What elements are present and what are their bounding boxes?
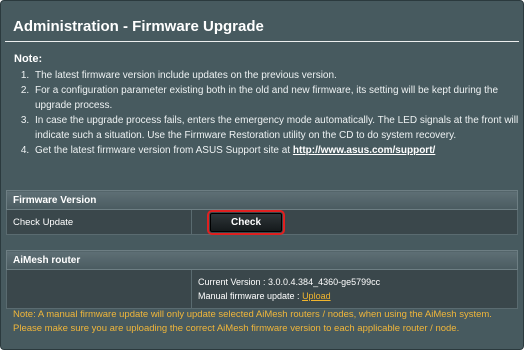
note-item: Get the latest firmware version from ASU… [32, 143, 522, 158]
current-version: Current Version : 3.0.0.4.384_4360-ge579… [198, 277, 381, 287]
note-item: The latest firmware version include upda… [32, 68, 522, 83]
aimesh-router-label [6, 269, 192, 309]
firmware-upgrade-panel: Administration - Firmware Upgrade Note: … [0, 0, 524, 350]
note-item: In case the upgrade process fails, enter… [32, 113, 522, 143]
note-item-text: Get the latest firmware version from ASU… [35, 145, 293, 156]
page-title: Administration - Firmware Upgrade [13, 18, 264, 35]
note-item: For a configuration parameter existing b… [32, 83, 522, 113]
notes-list: The latest firmware version include upda… [14, 68, 522, 158]
firmware-version-heading: Firmware Version [6, 190, 518, 210]
note-heading: Note: [14, 53, 43, 65]
check-update-cell: Check [191, 209, 518, 235]
manual-update-row: Manual firmware update : Upload [198, 289, 511, 303]
firmware-version-table: Firmware Version Check Update Check [6, 190, 518, 235]
check-button[interactable]: Check [207, 209, 285, 235]
aimesh-warning-note: Note: A manual firmware update will only… [13, 309, 492, 334]
manual-update-label: Manual firmware update : [198, 291, 303, 301]
aimesh-router-heading: AiMesh router [6, 250, 518, 270]
upload-link[interactable]: Upload [302, 291, 331, 301]
asus-support-link[interactable]: http://www.asus.com/support/ [293, 145, 435, 156]
check-update-label: Check Update [6, 209, 192, 235]
aimesh-info-cell: Current Version : 3.0.0.4.384_4360-ge579… [191, 269, 518, 309]
table-row: Current Version : 3.0.0.4.384_4360-ge579… [6, 269, 518, 309]
table-row: Check Update Check [6, 209, 518, 235]
aimesh-router-table: AiMesh router Current Version : 3.0.0.4.… [6, 250, 518, 309]
title-divider [5, 41, 519, 42]
